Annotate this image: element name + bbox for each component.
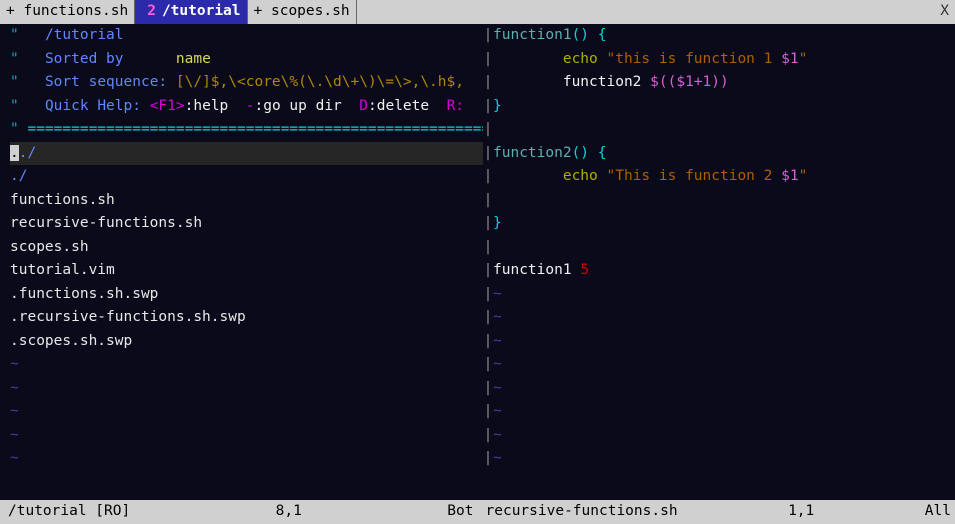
netrw-header-path: " /tutorial — [10, 24, 483, 48]
code-line-11: function1 5 — [493, 259, 955, 283]
file-recursive-swp[interactable]: .recursive-functions.sh.swp — [10, 306, 483, 330]
file-scopes-sh[interactable]: scopes.sh — [10, 236, 483, 260]
workspace: " /tutorial " Sorted by name " Sort sequ… — [0, 24, 955, 500]
tab-functions[interactable]: + functions.sh — [0, 0, 135, 24]
empty-line: ~ — [493, 353, 955, 377]
status-left-pos: 8,1 — [272, 500, 306, 524]
tab-path: /tutorial — [162, 0, 241, 24]
empty-line: ~ — [493, 306, 955, 330]
netrw-pane[interactable]: " /tutorial " Sorted by name " Sort sequ… — [0, 24, 483, 500]
tab-scopes[interactable]: + scopes.sh — [248, 0, 357, 24]
code-line-8 — [493, 189, 955, 213]
file-functions-sh[interactable]: functions.sh — [10, 189, 483, 213]
empty-line: ~ — [10, 424, 483, 448]
status-left: /tutorial [RO] 8,1 Bot — [0, 500, 478, 524]
empty-line: ~ — [10, 353, 483, 377]
vertical-split[interactable]: | | | | | | | | | | | | | | | | | | | — [483, 24, 493, 500]
code-line-10 — [493, 236, 955, 260]
file-tutorial-vim[interactable]: tutorial.vim — [10, 259, 483, 283]
code-line-1: function1() { — [493, 24, 955, 48]
netrw-sorted-by: " Sorted by name — [10, 48, 483, 72]
empty-line: ~ — [493, 377, 955, 401]
netrw-sort-sequence: " Sort sequence: [\/]$,\<core\%(\.\d\+\)… — [10, 71, 483, 95]
file-scopes-swp[interactable]: .scopes.sh.swp — [10, 330, 483, 354]
file-functions-swp[interactable]: .functions.sh.swp — [10, 283, 483, 307]
empty-line: ~ — [10, 377, 483, 401]
empty-line: ~ — [493, 400, 955, 424]
tab-filler — [357, 0, 935, 24]
empty-line: ~ — [10, 400, 483, 424]
code-line-6: function2() { — [493, 142, 955, 166]
status-right-pos: 1,1 — [784, 500, 818, 524]
status-left-name: /tutorial [RO] — [4, 500, 134, 524]
status-right-name: recursive-functions.sh — [482, 500, 682, 524]
file-recursive-functions-sh[interactable]: recursive-functions.sh — [10, 212, 483, 236]
code-line-9: } — [493, 212, 955, 236]
status-right: recursive-functions.sh 1,1 All — [478, 500, 955, 524]
tab-close[interactable]: X — [934, 0, 955, 24]
status-left-pct: Bot — [443, 500, 477, 524]
empty-line: ~ — [493, 330, 955, 354]
code-line-2: echo "this is function 1 $1" — [493, 48, 955, 72]
empty-line: ~ — [493, 447, 955, 471]
empty-line: ~ — [493, 283, 955, 307]
empty-line: ~ — [10, 447, 483, 471]
code-pane[interactable]: function1() { echo "this is function 1 $… — [493, 24, 955, 500]
status-right-pct: All — [921, 500, 955, 524]
netrw-divider: " ======================================… — [10, 118, 483, 142]
netrw-quick-help: " Quick Help: <F1>:help -:go up dir D:de… — [10, 95, 483, 119]
code-line-5 — [493, 118, 955, 142]
code-line-4: } — [493, 95, 955, 119]
code-line-7: echo "This is function 2 $1" — [493, 165, 955, 189]
empty-line: ~ — [493, 424, 955, 448]
file-current-dir[interactable]: ./ — [10, 165, 483, 189]
code-line-3: function2 $(($1+1)) — [493, 71, 955, 95]
status-bar: /tutorial [RO] 8,1 Bot recursive-functio… — [0, 500, 955, 524]
tab-number: 2 — [147, 0, 156, 24]
file-parent-dir[interactable]: ../ — [10, 142, 483, 166]
tab-bar: + functions.sh 2 /tutorial + scopes.sh X — [0, 0, 955, 24]
tab-tutorial-active[interactable]: 2 /tutorial — [135, 0, 247, 24]
